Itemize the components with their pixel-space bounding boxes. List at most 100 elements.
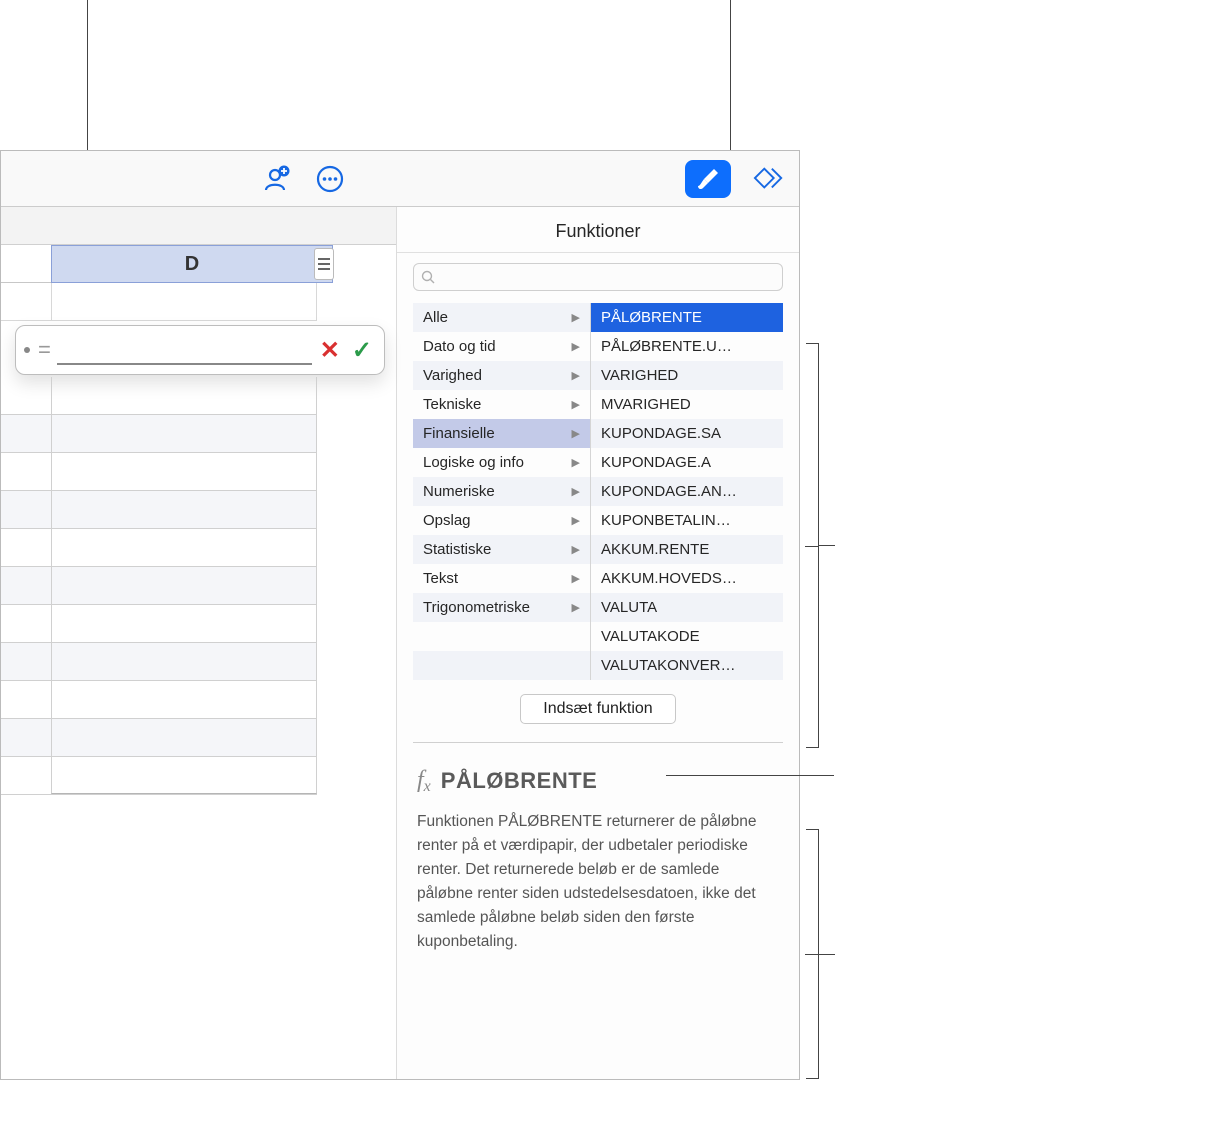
function-item[interactable]: VALUTAKODE <box>591 622 783 651</box>
formula-handle-icon[interactable] <box>24 347 30 353</box>
function-item[interactable]: PÅLØBRENTE <box>591 303 783 332</box>
cell[interactable] <box>51 567 317 604</box>
cell[interactable] <box>51 757 317 794</box>
ellipsis-circle-icon <box>315 164 345 194</box>
function-item[interactable]: VALUTA <box>591 593 783 622</box>
diamond-stack-icon <box>753 164 785 194</box>
table-row <box>1 605 317 643</box>
function-item[interactable]: KUPONDAGE.A <box>591 448 783 477</box>
category-item[interactable]: Varighed▶ <box>413 361 590 390</box>
accept-formula-button[interactable]: ✓ <box>352 336 372 365</box>
formula-input[interactable] <box>57 335 312 365</box>
divider <box>413 742 783 743</box>
function-lists: Alle▶Dato og tid▶Varighed▶Tekniske▶Finan… <box>397 303 799 680</box>
function-list: PÅLØBRENTEPÅLØBRENTE.U…VARIGHEDMVARIGHED… <box>591 303 783 680</box>
chevron-right-icon: ▶ <box>572 601 580 614</box>
callout-line-insert <box>666 775 834 776</box>
category-item-empty <box>413 622 590 651</box>
category-item[interactable]: Opslag▶ <box>413 506 590 535</box>
function-item[interactable]: PÅLØBRENTE.U… <box>591 332 783 361</box>
divider <box>397 252 799 253</box>
category-item[interactable]: Finansielle▶ <box>413 419 590 448</box>
content-area: D = ✕ ✓ <box>1 207 799 1079</box>
category-item[interactable]: Alle▶ <box>413 303 590 332</box>
app-window: D = ✕ ✓ <box>0 150 800 1080</box>
search-icon <box>421 270 435 284</box>
category-item[interactable]: Tekniske▶ <box>413 390 590 419</box>
cell[interactable] <box>51 415 317 452</box>
cell[interactable] <box>51 719 317 756</box>
function-item[interactable]: VALUTAKONVER… <box>591 651 783 680</box>
column-header-d[interactable]: D <box>51 245 333 283</box>
chevron-right-icon: ▶ <box>572 485 580 498</box>
category-label: Statistiske <box>423 541 491 558</box>
table-row <box>1 453 317 491</box>
chevron-right-icon: ▶ <box>572 543 580 556</box>
table-row <box>1 567 317 605</box>
format-button[interactable] <box>685 160 731 198</box>
cell[interactable] <box>51 453 317 490</box>
chevron-right-icon: ▶ <box>572 427 580 440</box>
person-plus-icon <box>261 164 291 194</box>
toolbar <box>1 151 799 207</box>
callout-line-lists <box>819 545 835 546</box>
category-label: Tekst <box>423 570 458 587</box>
chevron-right-icon: ▶ <box>572 456 580 469</box>
category-item[interactable]: Trigonometriske▶ <box>413 593 590 622</box>
function-item[interactable]: MVARIGHED <box>591 390 783 419</box>
toolbar-left-group <box>260 163 346 195</box>
column-headers: D <box>1 245 396 283</box>
category-label: Dato og tid <box>423 338 496 355</box>
callout-line-format <box>730 0 731 150</box>
category-item[interactable]: Dato og tid ▶ <box>413 332 590 361</box>
function-item[interactable]: AKKUM.HOVEDS… <box>591 564 783 593</box>
description-body: Funktionen PÅLØBRENTE returnerer de pålø… <box>417 810 779 954</box>
cancel-formula-button[interactable]: ✕ <box>320 336 340 365</box>
functions-panel: Funktioner Alle▶Dato og tid▶Varighed▶Tek… <box>396 207 799 1079</box>
chevron-right-icon: ▶ <box>572 398 580 411</box>
cell[interactable] <box>51 491 317 528</box>
category-label: Logiske og info <box>423 454 524 471</box>
panel-title: Funktioner <box>397 207 799 252</box>
collaborate-button[interactable] <box>260 163 292 195</box>
table-row <box>1 757 317 795</box>
fx-icon: fx <box>417 767 431 794</box>
category-item[interactable]: Statistiske ▶ <box>413 535 590 564</box>
table-body <box>1 377 317 795</box>
search-input[interactable] <box>413 263 783 291</box>
category-label: Opslag <box>423 512 471 529</box>
category-list: Alle▶Dato og tid▶Varighed▶Tekniske▶Finan… <box>413 303 591 680</box>
table-row <box>1 491 317 529</box>
chevron-right-icon: ▶ <box>572 340 580 353</box>
category-label: Alle <box>423 309 448 326</box>
paintbrush-icon <box>694 165 722 193</box>
sheet-area: D = ✕ ✓ <box>1 207 396 1079</box>
cell[interactable] <box>51 377 317 414</box>
function-item[interactable]: KUPONDAGE.AN… <box>591 477 783 506</box>
organize-button[interactable] <box>753 163 785 195</box>
category-label: Varighed <box>423 367 482 384</box>
category-label: Numeriske <box>423 483 495 500</box>
chevron-right-icon: ▶ <box>572 572 580 585</box>
function-item[interactable]: VARIGHED <box>591 361 783 390</box>
formula-editor: = ✕ ✓ <box>15 325 385 375</box>
cell[interactable] <box>51 529 317 566</box>
header-cell[interactable] <box>51 283 317 321</box>
insert-function-button[interactable]: Indsæt funktion <box>520 694 675 724</box>
cell[interactable] <box>51 681 317 718</box>
cell[interactable] <box>51 605 317 642</box>
cell[interactable] <box>51 643 317 680</box>
col-header-stub <box>1 245 51 283</box>
category-item[interactable]: Logiske og info ▶ <box>413 448 590 477</box>
category-item[interactable]: Tekst ▶ <box>413 564 590 593</box>
more-button[interactable] <box>314 163 346 195</box>
callout-bracket-lists <box>807 343 819 748</box>
category-item[interactable]: Numeriske ▶ <box>413 477 590 506</box>
function-item[interactable]: AKKUM.RENTE <box>591 535 783 564</box>
function-item[interactable]: KUPONDAGE.SA <box>591 419 783 448</box>
sheet-tab-bar <box>1 207 396 245</box>
column-menu-handle[interactable] <box>314 248 334 280</box>
category-item-empty <box>413 651 590 680</box>
table-row <box>1 377 317 415</box>
function-item[interactable]: KUPONBETALIN… <box>591 506 783 535</box>
